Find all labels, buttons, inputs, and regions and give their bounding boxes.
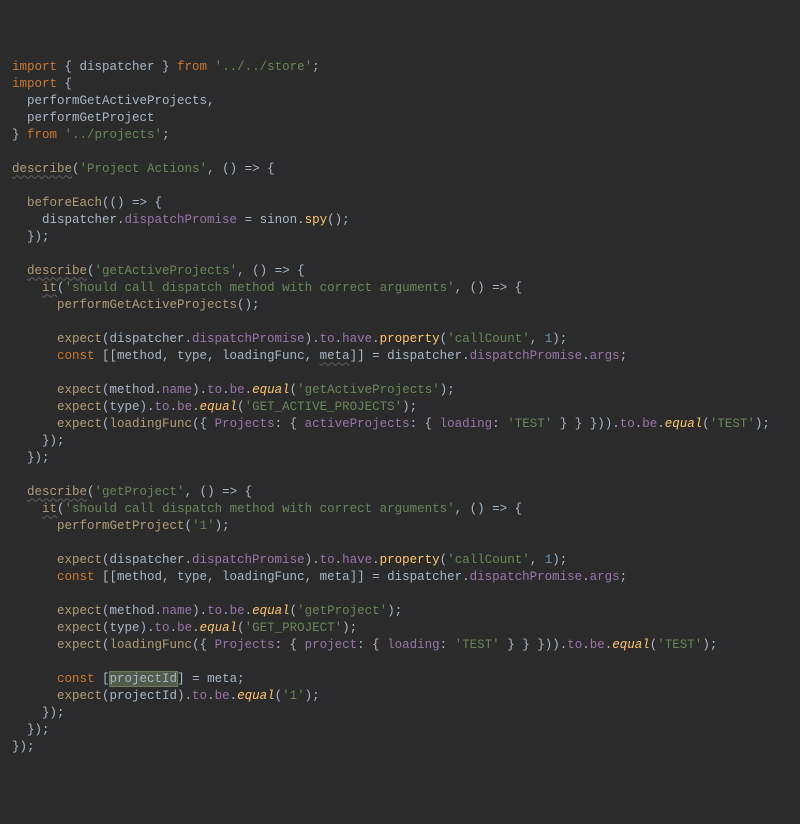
- code-line: } from '../projects';: [12, 128, 170, 142]
- code-line: performGetActiveProjects,: [12, 94, 215, 108]
- code-line: dispatcher.dispatchPromise = sinon.spy()…: [12, 213, 350, 227]
- code-line: performGetProject('1');: [12, 519, 230, 533]
- code-line: const [[method, type, loadingFunc, meta]…: [12, 570, 627, 584]
- code-line: expect(loadingFunc({ Projects: { project…: [12, 638, 717, 652]
- code-line: describe('getProject', () => {: [12, 485, 252, 499]
- code-line: import { dispatcher } from '../../store'…: [12, 60, 320, 74]
- code-line: });: [12, 740, 35, 754]
- code-line: expect(method.name).to.be.equal('getProj…: [12, 604, 402, 618]
- code-editor[interactable]: import { dispatcher } from '../../store'…: [12, 59, 788, 756]
- code-line: const [projectId] = meta;: [12, 672, 245, 686]
- code-line: expect(type).to.be.equal('GET_PROJECT');: [12, 621, 357, 635]
- code-line: describe('getActiveProjects', () => {: [12, 264, 305, 278]
- code-line: import {: [12, 77, 72, 91]
- code-line: });: [12, 723, 50, 737]
- code-line: it('should call dispatch method with cor…: [12, 281, 522, 295]
- code-line: });: [12, 451, 50, 465]
- code-line: });: [12, 434, 65, 448]
- code-line: expect(loadingFunc({ Projects: { activeP…: [12, 417, 770, 431]
- code-line: expect(projectId).to.be.equal('1');: [12, 689, 320, 703]
- code-line: const [[method, type, loadingFunc, meta]…: [12, 349, 627, 363]
- code-line: describe('Project Actions', () => {: [12, 162, 275, 176]
- code-line: it('should call dispatch method with cor…: [12, 502, 522, 516]
- code-line: expect(type).to.be.equal('GET_ACTIVE_PRO…: [12, 400, 417, 414]
- code-line: });: [12, 706, 65, 720]
- code-line: beforeEach(() => {: [12, 196, 162, 210]
- code-line: expect(dispatcher.dispatchPromise).to.ha…: [12, 553, 567, 567]
- code-line: expect(method.name).to.be.equal('getActi…: [12, 383, 455, 397]
- code-line: });: [12, 230, 50, 244]
- code-line: performGetProject: [12, 111, 155, 125]
- code-line: performGetActiveProjects();: [12, 298, 260, 312]
- code-line: expect(dispatcher.dispatchPromise).to.ha…: [12, 332, 567, 346]
